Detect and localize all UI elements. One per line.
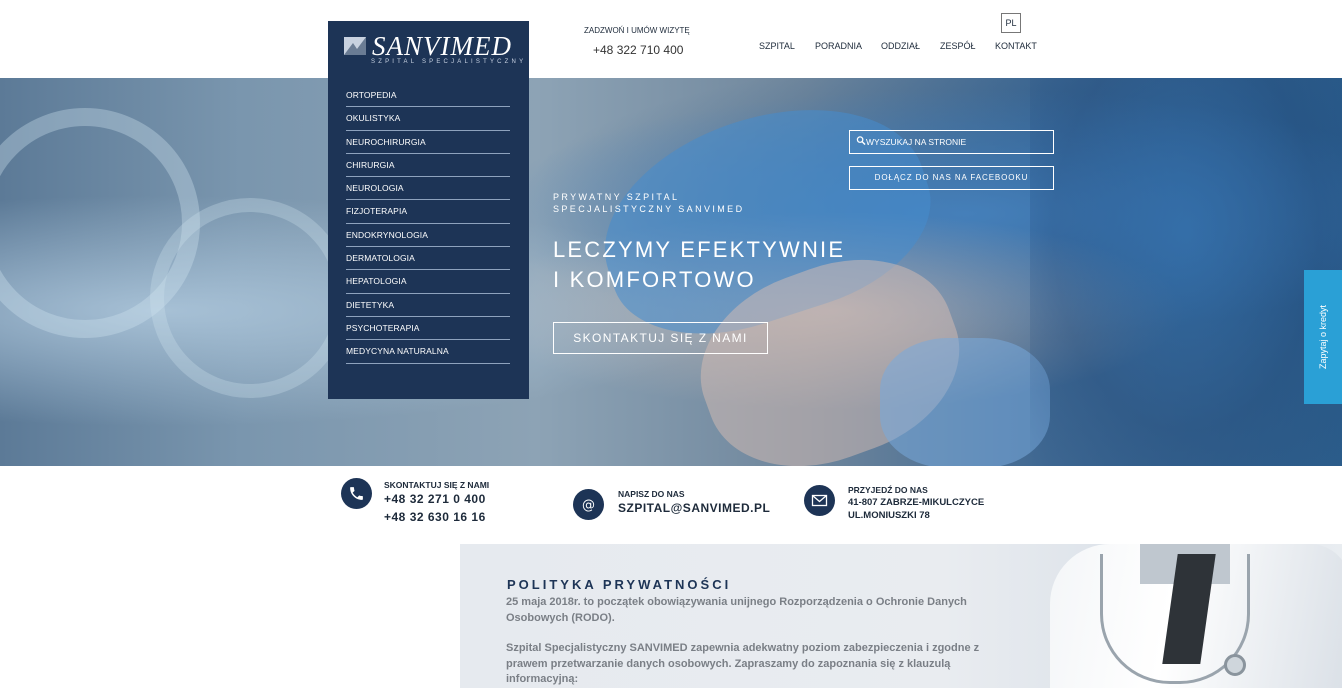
header: ZADZWOŃ I UMÓW WIZYTĘ +48 322 710 400 SZ… xyxy=(0,0,1342,78)
contact-email[interactable]: SZPITAL@SANVIMED.PL xyxy=(618,501,770,515)
language-switcher[interactable]: PL xyxy=(1001,13,1021,33)
contact-phone-1[interactable]: +48 32 271 0 400 xyxy=(384,492,486,506)
specialty-item-psychoterapia[interactable]: PSYCHOTERAPIA xyxy=(346,317,510,341)
stethoscope-head-icon xyxy=(1224,654,1246,676)
nav-link-szpital[interactable]: SZPITAL xyxy=(759,41,795,51)
specialty-item-chirurgia[interactable]: CHIRURGIA xyxy=(346,154,510,178)
contact-address-line2: UL.MONIUSZKI 78 xyxy=(848,510,930,521)
hero-bg-shape xyxy=(880,338,1050,466)
contact-address-label: PRZYJEDŹ DO NAS xyxy=(848,485,928,495)
site-logo[interactable]: SANVIMED SZPITAL SPECJALISTYCZNY xyxy=(328,21,529,78)
nav-link-poradnia[interactable]: PORADNIA xyxy=(815,41,862,51)
hero-eyebrow-line1: PRYWATNY SZPITAL xyxy=(553,192,680,202)
credit-inquiry-tab[interactable]: Zapytaj o kredyt xyxy=(1304,270,1342,404)
specialty-item-neurologia[interactable]: NEUROLOGIA xyxy=(346,177,510,201)
logo-text: SANVIMED xyxy=(372,31,512,61)
specialty-item-dermatologia[interactable]: DERMATOLOGIA xyxy=(346,247,510,271)
hero-title-line1: LECZYMY EFEKTYWNIE xyxy=(553,237,846,262)
at-sign-icon: @ xyxy=(573,489,604,520)
contact-address: 41-807 ZABRZE-MIKULCZYCE UL.MONIUSZKI 78 xyxy=(848,496,984,522)
specialty-item-endokrynologia[interactable]: ENDOKRYNOLOGIA xyxy=(346,224,510,248)
hero-bg-shape xyxy=(1030,78,1342,466)
logo-subtitle: SZPITAL SPECJALISTYCZNY xyxy=(371,59,527,65)
logo-mark-icon xyxy=(344,37,366,55)
specialty-item-okulistyka[interactable]: OKULISTYKA xyxy=(346,107,510,131)
contact-address-line1: 41-807 ZABRZE-MIKULCZYCE xyxy=(848,497,985,508)
nav-link-oddzial[interactable]: ODDZIAŁ xyxy=(881,41,920,51)
contact-phone-label: SKONTAKTUJ SIĘ Z NAMI xyxy=(384,480,490,490)
contact-us-button[interactable]: SKONTAKTUJ SIĘ Z NAMI xyxy=(553,322,768,354)
specialty-item-neurochirurgia[interactable]: NEUROCHIRURGIA xyxy=(346,131,510,154)
call-label: ZADZWOŃ I UMÓW WIZYTĘ xyxy=(584,26,690,35)
nav-link-zespol[interactable]: ZESPÓŁ xyxy=(940,41,976,51)
site-search-input[interactable]: WYSZUKAJ NA STRONIE xyxy=(849,130,1054,154)
hero-title: LECZYMY EFEKTYWNIE I KOMFORTOWO xyxy=(553,235,845,295)
facebook-join-button[interactable]: DOŁĄCZ DO NAS NA FACEBOOKU xyxy=(849,166,1054,190)
nav-link-kontakt[interactable]: KONTAKT xyxy=(995,41,1037,51)
credit-inquiry-label: Zapytaj o kredyt xyxy=(1318,304,1328,370)
envelope-icon xyxy=(804,485,835,516)
phone-icon xyxy=(341,478,372,509)
search-placeholder: WYSZUKAJ NA STRONIE xyxy=(866,137,967,147)
specialty-item-medycyna-naturalna[interactable]: MEDYCYNA NATURALNA xyxy=(346,340,510,364)
specialty-item-ortopedia[interactable]: ORTOPEDIA xyxy=(346,84,510,108)
search-icon xyxy=(856,136,866,145)
specialty-item-fizjoterapia[interactable]: FIZJOTERAPIA xyxy=(346,200,510,224)
contact-email-label: NAPISZ DO NAS xyxy=(618,489,685,499)
privacy-title: POLITYKA PRYWATNOŚCI xyxy=(507,577,732,592)
privacy-paragraph-2: Szpital Specjalistyczny SANVIMED zapewni… xyxy=(506,642,980,685)
specialty-menu: ORTOPEDIA OKULISTYKA NEUROCHIRURGIA CHIR… xyxy=(328,78,529,399)
contact-phone-2[interactable]: +48 32 630 16 16 xyxy=(384,510,486,524)
specialty-item-dietetyka[interactable]: DIETETYKA xyxy=(346,294,510,317)
hero-eyebrow: PRYWATNY SZPITAL SPECJALISTYCZNY SANVIME… xyxy=(553,191,744,215)
hero-bg-shape xyxy=(150,198,350,398)
call-phone-number[interactable]: +48 322 710 400 xyxy=(593,43,683,57)
specialty-item-hepatologia[interactable]: HEPATOLOGIA xyxy=(346,270,510,294)
svg-text:@: @ xyxy=(582,498,595,513)
hero-eyebrow-line2: SPECJALISTYCZNY SANVIMED xyxy=(553,204,745,214)
privacy-paragraph-1: 25 maja 2018r. to początek obowiązywania… xyxy=(506,596,967,624)
hero-title-line2: I KOMFORTOWO xyxy=(553,267,756,292)
